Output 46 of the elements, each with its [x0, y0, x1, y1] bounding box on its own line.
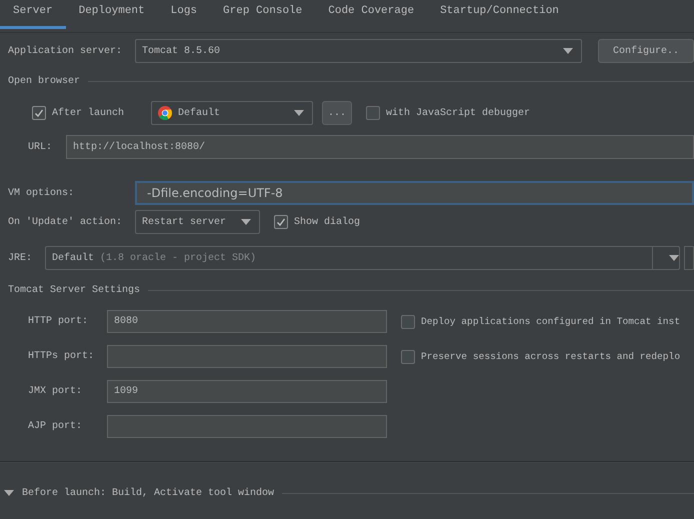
- tab[interactable]: Logs: [158, 0, 210, 29]
- checkbox-label: Show dialog: [294, 216, 360, 228]
- update-action-dropdown[interactable]: Restart server: [135, 210, 260, 234]
- field-label: On 'Update' action:: [8, 216, 124, 228]
- checkbox-label: with JavaScript debugger: [386, 108, 530, 118]
- more-button[interactable]: ...: [322, 101, 352, 125]
- browser-icon: [158, 106, 172, 120]
- vm-options-field[interactable]: -Dfile.encoding=UTF-8: [135, 181, 694, 205]
- checkbox[interactable]: [32, 106, 46, 120]
- tab[interactable]: Startup/Connection: [427, 0, 572, 29]
- checkbox-label: After launch: [52, 108, 126, 118]
- field-label: JMX port:: [28, 386, 84, 397]
- tab[interactable]: Code Coverage: [315, 0, 428, 29]
- field-label: AJP port:: [28, 421, 84, 432]
- checkbox-label: Preserve sessions across restarts and redeplo: [421, 351, 680, 362]
- port-field[interactable]: [107, 345, 387, 368]
- expand-icon[interactable]: [4, 490, 14, 496]
- configure-button[interactable]: Configure..: [598, 39, 694, 63]
- checkbox-label: Deploy applications configured in Tomcat inst: [421, 316, 680, 327]
- checkbox[interactable]: [274, 215, 288, 229]
- field-label: URL:: [28, 142, 54, 152]
- section-title: Open browser: [8, 76, 80, 86]
- section-title[interactable]: Before launch: Build, Activate tool window: [22, 488, 274, 498]
- port-field[interactable]: 8080: [107, 310, 387, 333]
- tab[interactable]: Grep Console: [210, 0, 316, 29]
- field-label: HTTP port:: [28, 316, 90, 327]
- checkbox[interactable]: [401, 350, 415, 364]
- jre-dropdown[interactable]: Default (1.8 oracle - project SDK): [45, 246, 680, 270]
- caret-icon: [241, 219, 251, 225]
- caret-icon: [669, 255, 679, 261]
- browser-dropdown[interactable]: Default: [151, 101, 313, 125]
- server-dropdown[interactable]: Tomcat 8.5.60: [135, 39, 582, 63]
- caret-icon: [562, 48, 573, 54]
- field-label: JRE:: [8, 252, 34, 264]
- field-label: VM options:: [8, 188, 76, 198]
- port-field[interactable]: 1099: [107, 380, 387, 403]
- url-field[interactable]: http://localhost:8080/: [66, 135, 694, 159]
- field-label: HTTPs port:: [28, 351, 96, 362]
- field-label: Application server:: [8, 46, 124, 56]
- checkbox[interactable]: [401, 314, 415, 328]
- checkbox[interactable]: [366, 106, 380, 120]
- caret-icon: [294, 110, 304, 116]
- port-field[interactable]: [107, 415, 387, 438]
- browse-button[interactable]: [684, 246, 694, 270]
- tab[interactable]: Deployment: [66, 0, 158, 29]
- section-title: Tomcat Server Settings: [8, 284, 140, 296]
